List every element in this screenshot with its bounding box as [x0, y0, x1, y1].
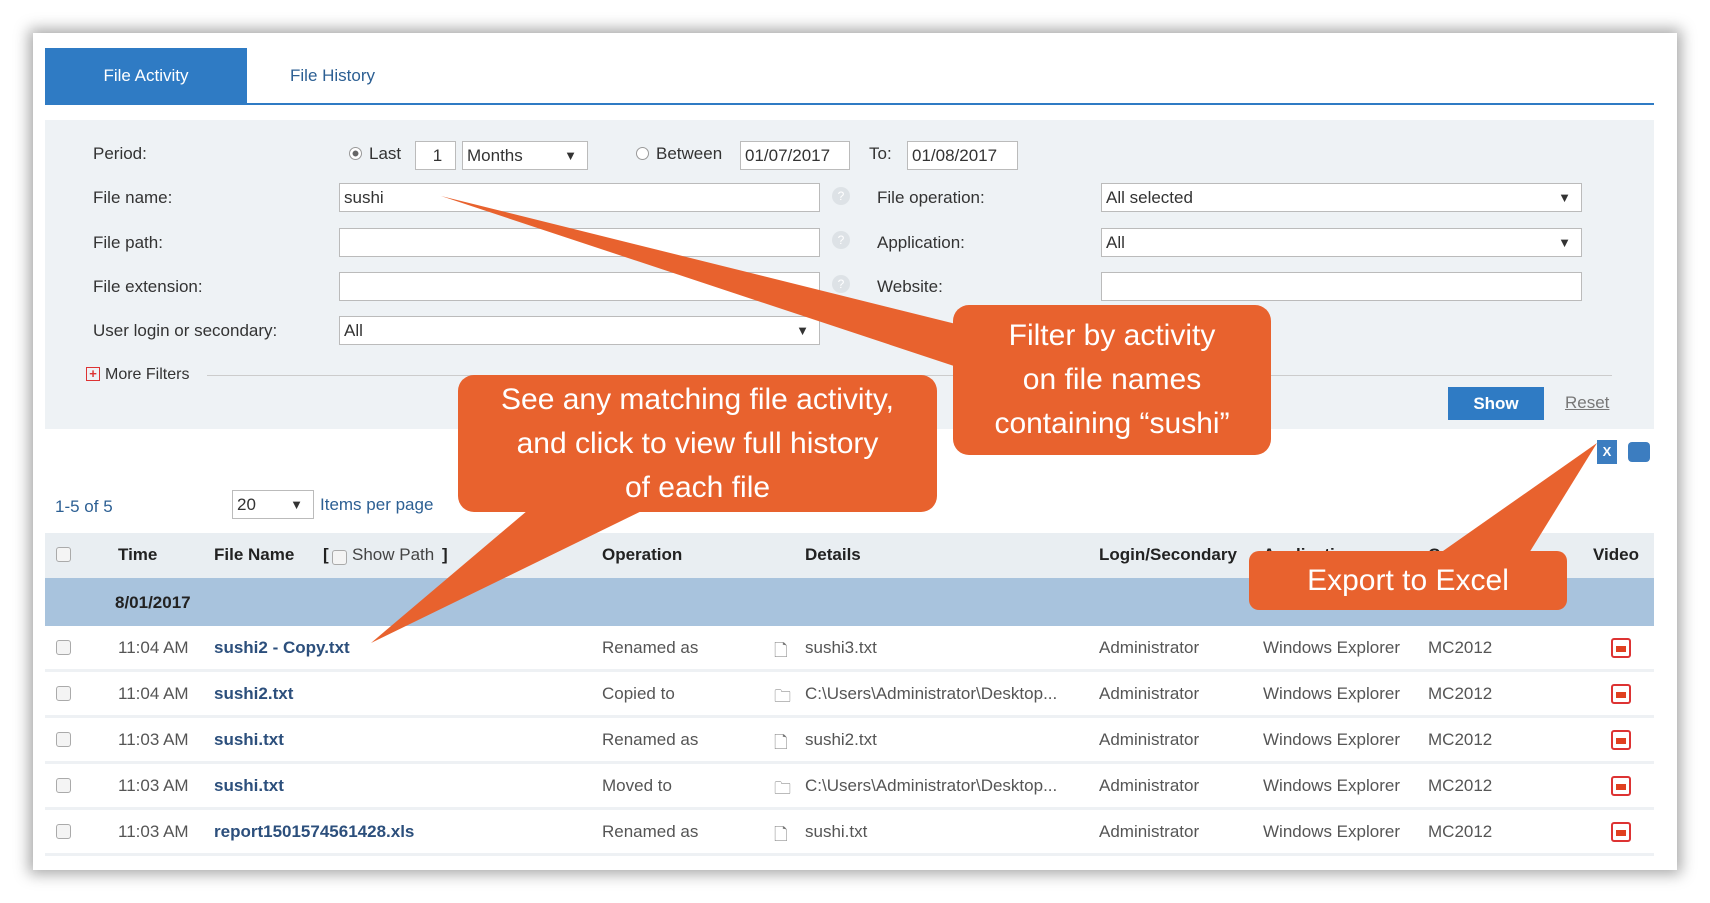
- callout-pointer-matching: [371, 505, 654, 643]
- callout-matching: See any matching file activity, and clic…: [458, 375, 937, 512]
- callout-export: Export to Excel: [1249, 551, 1567, 610]
- callout-line: See any matching file activity,: [501, 383, 894, 416]
- callout-pointer-filter: [441, 196, 960, 368]
- callout-line: and click to view full history: [516, 427, 879, 460]
- callout-line: containing “sushi”: [994, 407, 1230, 440]
- callout-line: on file names: [1022, 363, 1202, 396]
- callout-pointer-export: [1433, 443, 1597, 558]
- callout-filter: Filter by activity on file names contain…: [953, 305, 1271, 455]
- callout-line: of each file: [624, 471, 771, 504]
- callout-line: Filter by activity: [1008, 319, 1216, 352]
